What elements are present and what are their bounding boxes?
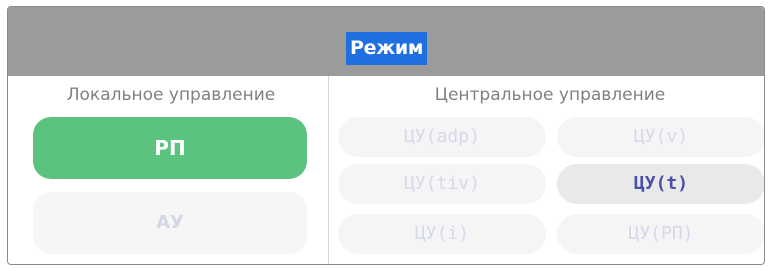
local-control-title: Локальное управление xyxy=(66,85,276,105)
central-control-title: Центральное управление xyxy=(434,85,666,105)
panel-title: Режим xyxy=(346,32,428,65)
mode-au-button[interactable]: АУ xyxy=(33,192,307,254)
mode-cu-tiv-button[interactable]: ЦУ(tiv) xyxy=(338,164,546,204)
mode-cu-t-button[interactable]: ЦУ(t) xyxy=(557,164,764,204)
mode-cu-v-button[interactable]: ЦУ(v) xyxy=(557,117,764,157)
mode-cu-rp-button[interactable]: ЦУ(РП) xyxy=(557,214,764,254)
mode-panel: Режим Локальное управление Центральное у… xyxy=(7,6,765,265)
panel-header: Режим xyxy=(8,7,764,76)
mode-rp-button[interactable]: РП xyxy=(33,117,307,179)
section-divider xyxy=(328,76,329,264)
mode-cu-i-button[interactable]: ЦУ(i) xyxy=(338,214,546,254)
mode-cu-adp-button[interactable]: ЦУ(adp) xyxy=(338,117,546,157)
